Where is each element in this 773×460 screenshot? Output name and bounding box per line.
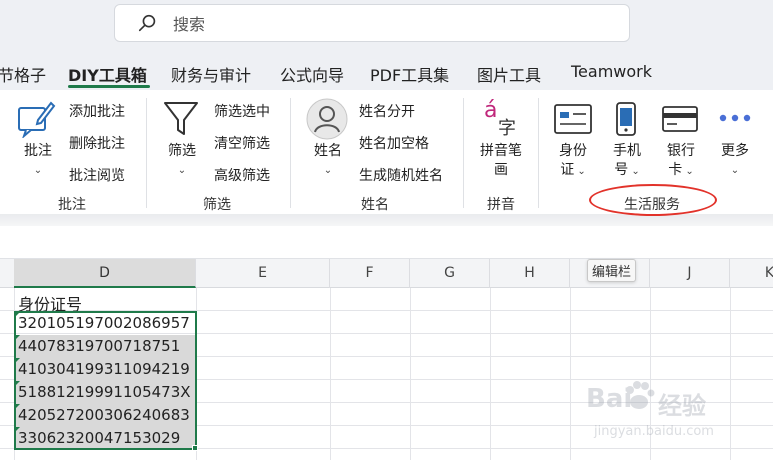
pinyin-group-label: 拼音 — [487, 197, 515, 213]
tab-finance-audit[interactable]: 财务与审计 — [171, 62, 251, 86]
error-indicator-icon — [14, 312, 20, 318]
column-header-bar: D E F G H I J K — [0, 258, 773, 288]
delete-annotation-button[interactable]: 删除批注 — [69, 133, 125, 153]
random-name-button[interactable]: 生成随机姓名 — [359, 165, 443, 185]
chevron-down-icon: ⌄ — [574, 166, 586, 177]
active-tab-indicator — [68, 85, 150, 88]
clear-filter-button[interactable]: 清空筛选 — [214, 133, 270, 153]
group-divider — [538, 98, 539, 208]
phone-number-button[interactable]: 手机 号 ⌄ — [604, 142, 650, 181]
column-header-d[interactable]: D — [14, 259, 196, 288]
filter-group-label: 筛选 — [203, 197, 231, 213]
tab-pdf-tools[interactable]: PDF工具集 — [370, 62, 449, 86]
table-row[interactable]: 51881219991105473X — [14, 381, 196, 404]
tab-teamwork[interactable]: Teamwork — [571, 62, 652, 81]
id-card-button[interactable]: 身份 证 ⌄ — [550, 142, 596, 181]
group-divider — [290, 98, 291, 208]
person-icon — [306, 98, 348, 140]
table-row[interactable]: 33062320047153029 — [14, 427, 196, 450]
search-placeholder: 搜索 — [173, 15, 206, 34]
search-box[interactable]: 搜索 — [114, 4, 630, 42]
tab-diy-toolbox[interactable]: DIY工具箱 — [68, 62, 147, 86]
formula-bar-area — [0, 226, 773, 258]
error-indicator-icon — [14, 427, 20, 433]
chevron-down-icon: ⌄ — [33, 165, 43, 176]
read-annotation-button[interactable]: 批注阅览 — [69, 165, 125, 185]
chevron-down-icon: ⌄ — [730, 165, 740, 176]
bank-card-icon — [662, 106, 698, 132]
chevron-down-icon: ⌄ — [682, 166, 694, 177]
column-header-h[interactable]: H — [490, 259, 570, 288]
annotate-icon — [18, 101, 56, 138]
column-header-g[interactable]: G — [410, 259, 490, 288]
error-indicator-icon — [14, 381, 20, 387]
error-indicator-icon — [14, 358, 20, 364]
group-divider — [146, 98, 147, 208]
highlight-ring — [589, 184, 717, 216]
pinyin-icon: á 字 — [484, 98, 516, 139]
filter-icon — [164, 102, 198, 135]
column-header-j[interactable]: J — [650, 259, 730, 288]
name-button[interactable]: 姓名 ⌄ — [306, 142, 350, 180]
baidu-watermark: Bai 经验 jingyan.baidu.com — [586, 378, 766, 448]
id-card-icon — [554, 104, 592, 134]
mobile-phone-icon — [616, 102, 636, 136]
column-header-e[interactable]: E — [196, 259, 330, 288]
column-header-f[interactable]: F — [330, 259, 410, 288]
split-name-button[interactable]: 姓名分开 — [359, 101, 415, 121]
table-row[interactable]: 410304199311094219 — [14, 358, 196, 381]
advanced-filter-button[interactable]: 高级筛选 — [214, 165, 270, 185]
name-add-space-button[interactable]: 姓名加空格 — [359, 133, 429, 153]
search-icon — [138, 14, 156, 32]
filter-selected-button[interactable]: 筛选选中 — [214, 101, 270, 121]
pinyin-stroke-button[interactable]: 拼音笔 画 — [474, 142, 528, 180]
chevron-down-icon: ⌄ — [628, 166, 640, 177]
title-bar: 搜索 — [0, 0, 773, 56]
table-row[interactable]: 320105197002086957 — [14, 312, 196, 335]
error-indicator-icon — [14, 404, 20, 410]
error-indicator-icon — [14, 335, 20, 341]
column-header-k[interactable]: K — [730, 259, 773, 288]
more-button[interactable]: 更多 ⌄ — [712, 142, 758, 180]
tab-formula-wizard[interactable]: 公式向导 — [280, 62, 344, 86]
chevron-down-icon: ⌄ — [323, 165, 333, 176]
name-group-label: 姓名 — [361, 197, 389, 213]
fill-handle[interactable] — [192, 445, 198, 451]
spreadsheet-app-window: 搜索 节格子 DIY工具箱 财务与审计 公式向导 PDF工具集 图片工具 Tea… — [0, 0, 773, 460]
group-divider — [463, 98, 464, 208]
annotate-button[interactable]: 批注 ⌄ — [16, 142, 60, 180]
annotate-group-label: 批注 — [58, 197, 86, 213]
more-icon — [719, 114, 751, 122]
bank-card-button[interactable]: 银行 卡 ⌄ — [658, 142, 704, 181]
table-row[interactable]: 44078319700718751 — [14, 335, 196, 358]
filter-button[interactable]: 筛选 ⌄ — [160, 142, 204, 180]
tab-image-tools[interactable]: 图片工具 — [477, 62, 541, 86]
table-row[interactable]: 420527200306240683 — [14, 404, 196, 427]
tab-grid[interactable]: 节格子 — [0, 62, 46, 86]
add-annotation-button[interactable]: 添加批注 — [69, 101, 125, 121]
formula-bar-tooltip: 编辑栏 — [587, 259, 637, 282]
chevron-down-icon: ⌄ — [177, 165, 187, 176]
